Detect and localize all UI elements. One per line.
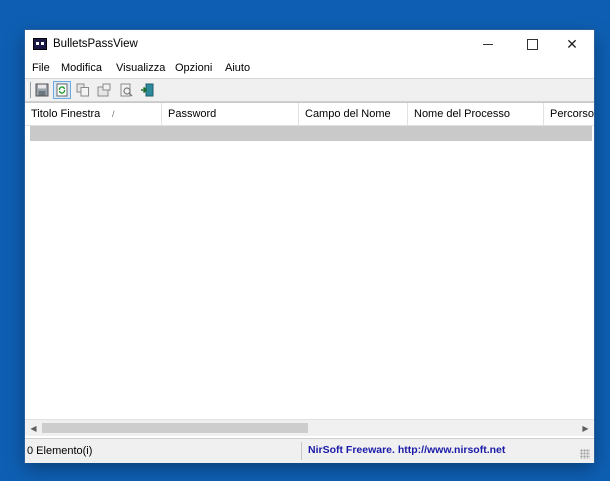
column-nome-del-processo[interactable]: Nome del Processo xyxy=(408,103,544,125)
column-campo-del-nome[interactable]: Campo del Nome xyxy=(299,103,408,125)
close-button[interactable]: ✕ xyxy=(550,30,594,59)
menu-visualizza[interactable]: Visualizza xyxy=(114,62,167,74)
item-count: 0 Elemento(i) xyxy=(27,445,93,457)
toolbar-grip[interactable] xyxy=(27,82,31,98)
menu-opzioni[interactable]: Opzioni xyxy=(173,62,214,74)
refresh-icon xyxy=(56,83,68,97)
menu-file[interactable]: File xyxy=(30,62,52,74)
maximize-button[interactable] xyxy=(510,30,554,59)
results-list[interactable]: Titolo Finestra / Password Campo del Nom… xyxy=(25,102,594,439)
selected-row[interactable] xyxy=(30,126,592,141)
scrollbar-thumb[interactable] xyxy=(42,423,308,433)
resize-grip-icon[interactable] xyxy=(580,449,590,459)
sort-indicator-icon: / xyxy=(112,109,115,119)
scroll-left-button[interactable]: ◀ xyxy=(25,420,42,436)
window-title: BulletsPassView xyxy=(53,38,138,50)
copy-button[interactable] xyxy=(74,81,92,99)
menu-aiuto[interactable]: Aiuto xyxy=(223,62,252,74)
properties-icon xyxy=(120,83,133,97)
maximize-icon xyxy=(526,39,538,50)
exit-button[interactable] xyxy=(138,81,156,99)
close-icon: ✕ xyxy=(566,36,578,53)
html-report-icon xyxy=(97,83,111,97)
minimize-icon xyxy=(483,44,493,45)
scroll-right-button[interactable]: ▶ xyxy=(577,420,594,436)
column-password[interactable]: Password xyxy=(162,103,299,125)
html-report-button[interactable] xyxy=(95,81,113,99)
chevron-right-icon: ▶ xyxy=(582,423,589,433)
status-divider xyxy=(301,442,302,460)
app-window: BulletsPassView ✕ File Modifica Visualiz… xyxy=(25,30,594,463)
column-header: Titolo Finestra / Password Campo del Nom… xyxy=(25,103,594,126)
save-icon xyxy=(35,83,49,97)
save-button[interactable] xyxy=(33,81,51,99)
chevron-left-icon: ◀ xyxy=(30,423,37,433)
column-percorso[interactable]: Percorso xyxy=(544,103,594,125)
properties-button[interactable] xyxy=(117,81,135,99)
exit-icon xyxy=(141,83,154,97)
column-titolo-finestra[interactable]: Titolo Finestra / xyxy=(25,103,162,125)
title-bar[interactable]: BulletsPassView ✕ xyxy=(25,30,594,59)
toolbar xyxy=(25,78,594,102)
copy-icon xyxy=(76,83,89,97)
refresh-button[interactable] xyxy=(53,81,71,99)
menu-modifica[interactable]: Modifica xyxy=(59,62,104,74)
horizontal-scrollbar[interactable]: ◀ ▶ xyxy=(25,419,594,436)
status-bar: 0 Elemento(i) NirSoft Freeware. http://w… xyxy=(25,438,594,463)
minimize-button[interactable] xyxy=(466,30,510,59)
app-icon xyxy=(33,38,47,50)
menu-bar: File Modifica Visualizza Opzioni Aiuto xyxy=(25,59,594,78)
nirsoft-link[interactable]: NirSoft Freeware. http://www.nirsoft.net xyxy=(308,444,505,456)
